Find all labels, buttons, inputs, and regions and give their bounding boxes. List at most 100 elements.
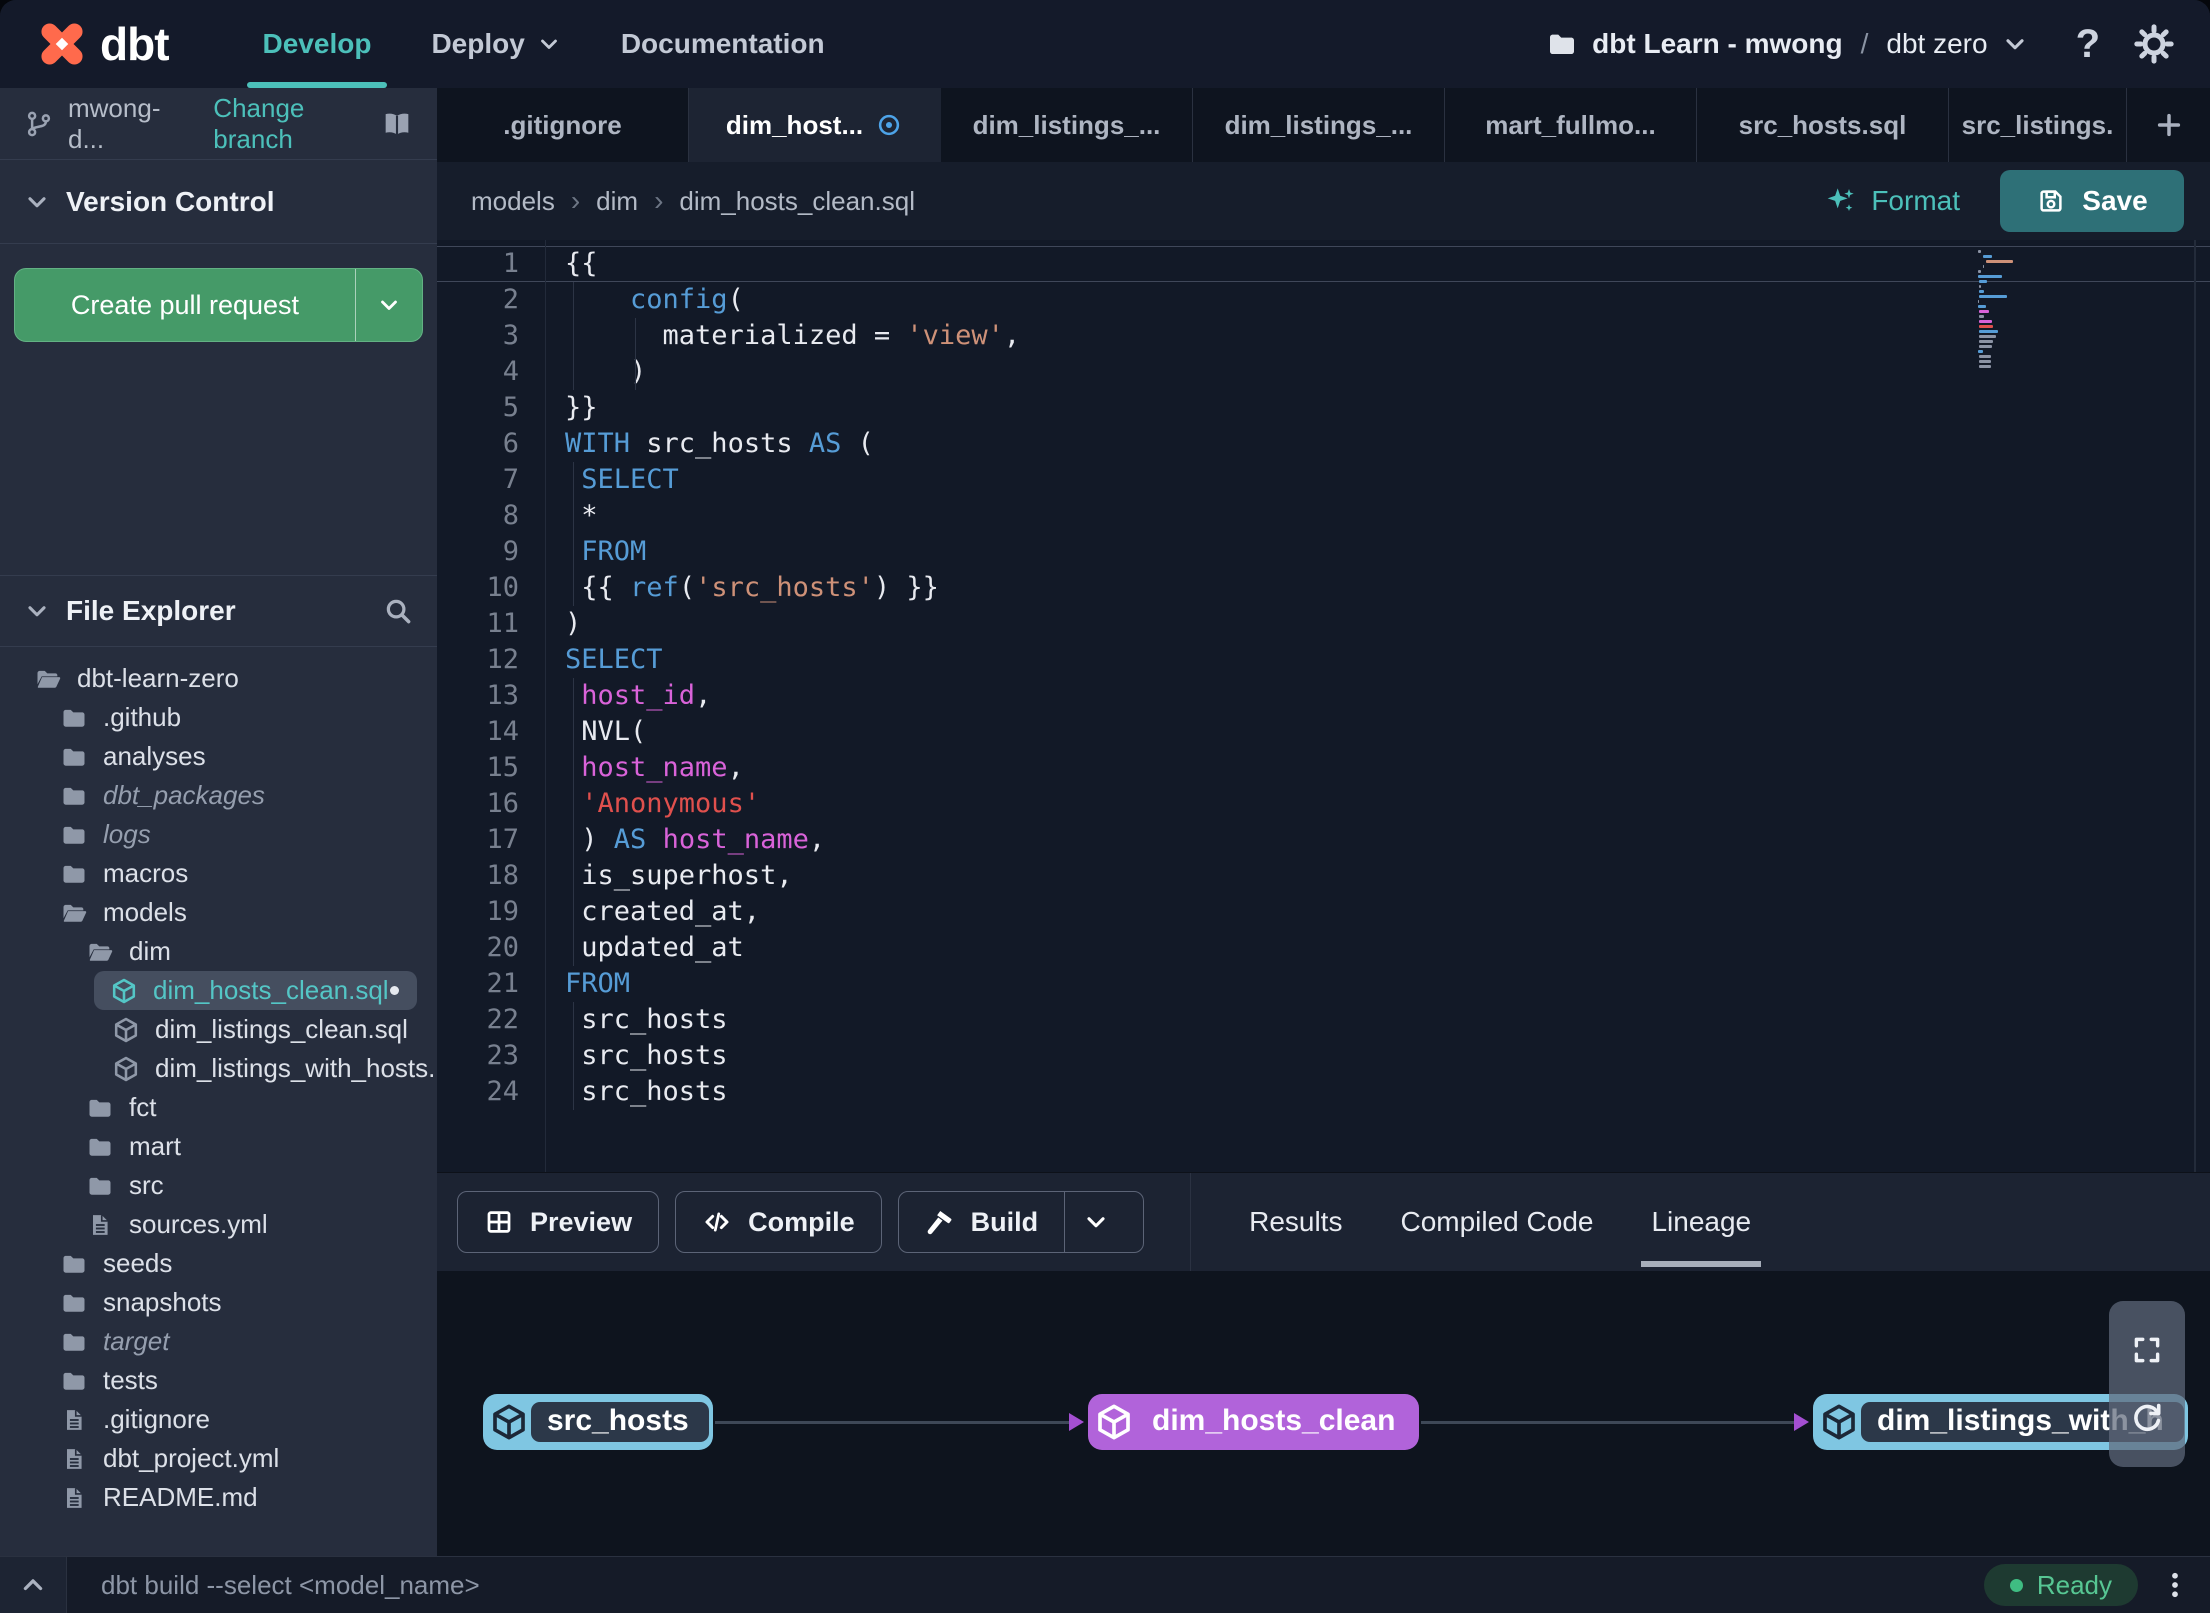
help-icon[interactable]: ? bbox=[2076, 22, 2100, 67]
preview-button[interactable]: Preview bbox=[457, 1191, 660, 1253]
tree-item-sources-yml[interactable]: sources.yml bbox=[0, 1205, 437, 1244]
new-tab-button[interactable] bbox=[2127, 88, 2210, 162]
code-line-21[interactable]: 21 FROM bbox=[437, 966, 2210, 1002]
code-line-5[interactable]: 5}} bbox=[437, 390, 2210, 426]
tree-item-tests[interactable]: tests bbox=[0, 1361, 437, 1400]
code-line-17[interactable]: 17 ) AS host_name, bbox=[437, 822, 2210, 858]
tree-item-src[interactable]: src bbox=[0, 1166, 437, 1205]
code-line-2[interactable]: 2 config( bbox=[437, 282, 2210, 318]
tab-dim-listings-[interactable]: dim_listings_... bbox=[941, 88, 1193, 162]
tab--gitignore[interactable]: .gitignore bbox=[437, 88, 689, 162]
tree-item-dim-listings-with-hosts-[interactable]: dim_listings_with_hosts... bbox=[0, 1049, 437, 1088]
tree-item-label: fct bbox=[129, 1092, 157, 1122]
project-picker[interactable]: dbt Learn - mwong / dbt zero bbox=[1546, 28, 2027, 60]
breadcrumb-item[interactable]: dim bbox=[596, 186, 638, 217]
topbar-right: dbt Learn - mwong / dbt zero ? bbox=[1546, 22, 2210, 67]
nav-item-documentation[interactable]: Documentation bbox=[591, 0, 855, 88]
tree-item--gitignore[interactable]: .gitignore bbox=[0, 1400, 437, 1439]
code-line-12[interactable]: 12 SELECT bbox=[437, 642, 2210, 678]
code-line-10[interactable]: 10 {{ ref('src_hosts') }} bbox=[437, 570, 2210, 606]
code-line-22[interactable]: 22 src_hosts bbox=[437, 1002, 2210, 1038]
file-explorer-header[interactable]: File Explorer bbox=[0, 575, 437, 647]
refresh-icon[interactable] bbox=[2129, 1399, 2165, 1435]
code-text: materialized = 'view', bbox=[565, 320, 1021, 351]
code-line-8[interactable]: 8 * bbox=[437, 498, 2210, 534]
command-bar-expand-button[interactable] bbox=[0, 1557, 67, 1613]
sidebar: mwong-d... Change branch Version Control… bbox=[0, 88, 437, 1556]
pr-dropdown-button[interactable] bbox=[356, 269, 422, 341]
code-line-3[interactable]: 3 materialized = 'view', bbox=[437, 318, 2210, 354]
tree-item-dbt-learn-zero[interactable]: dbt-learn-zero bbox=[0, 659, 437, 698]
file-icon bbox=[60, 1484, 88, 1512]
version-control-header[interactable]: Version Control bbox=[0, 160, 437, 244]
tab-src-listings-[interactable]: src_listings. bbox=[1949, 88, 2127, 162]
save-button[interactable]: Save bbox=[2000, 170, 2184, 232]
code-line-11[interactable]: 11) bbox=[437, 606, 2210, 642]
lineage-canvas[interactable]: src_hosts dim_hosts_clean dim_listings_wit… bbox=[437, 1271, 2210, 1556]
status-badge: Ready bbox=[1983, 1564, 2138, 1606]
format-button[interactable]: Format bbox=[1825, 185, 1960, 217]
minimap[interactable] bbox=[1978, 250, 2040, 370]
tree-item-dim[interactable]: dim bbox=[0, 932, 437, 971]
lineage-node-dim-hosts-clean[interactable]: dim_hosts_clean bbox=[1088, 1394, 1420, 1450]
tab-label: dim_listings_... bbox=[1224, 109, 1413, 140]
tree-item-readme-md[interactable]: README.md bbox=[0, 1478, 437, 1517]
tree-item-logs[interactable]: logs bbox=[0, 815, 437, 854]
book-icon[interactable] bbox=[381, 108, 413, 140]
panel-tab-compiled-code[interactable]: Compiled Code bbox=[1400, 1173, 1593, 1271]
code-text: ) AS host_name, bbox=[565, 824, 826, 855]
tab-mart-fullmo-[interactable]: mart_fullmo... bbox=[1445, 88, 1697, 162]
tree-item-snapshots[interactable]: snapshots bbox=[0, 1283, 437, 1322]
code-editor[interactable]: 1{{2 config(3 materialized = 'view', 4 ) 5… bbox=[437, 240, 2210, 1172]
compile-button[interactable]: Compile bbox=[675, 1191, 882, 1253]
tree-item--github[interactable]: .github bbox=[0, 698, 437, 737]
create-pull-request-button[interactable]: Create pull request bbox=[14, 268, 423, 342]
tree-item-dbt-packages[interactable]: dbt_packages bbox=[0, 776, 437, 815]
code-line-23[interactable]: 23 src_hosts bbox=[437, 1038, 2210, 1074]
change-branch-link[interactable]: Change branch bbox=[213, 93, 381, 155]
code-line-24[interactable]: 24 src_hosts bbox=[437, 1074, 2210, 1110]
search-icon[interactable] bbox=[383, 596, 413, 626]
code-line-6[interactable]: 6 WITH src_hosts AS ( bbox=[437, 426, 2210, 462]
panel-tab-results[interactable]: Results bbox=[1249, 1173, 1342, 1271]
command-input[interactable]: dbt build --select <model_name> bbox=[67, 1570, 1984, 1601]
code-line-19[interactable]: 19 created_at, bbox=[437, 894, 2210, 930]
tree-item-fct[interactable]: fct bbox=[0, 1088, 437, 1127]
code-line-20[interactable]: 20 updated_at bbox=[437, 930, 2210, 966]
tab-dim-listings-[interactable]: dim_listings_... bbox=[1193, 88, 1445, 162]
project-name: dbt zero bbox=[1886, 28, 1988, 59]
panel-tab-lineage[interactable]: Lineage bbox=[1641, 1173, 1761, 1271]
tree-item-dbt-project-yml[interactable]: dbt_project.yml bbox=[0, 1439, 437, 1478]
tab-src-hosts-sql[interactable]: src_hosts.sql bbox=[1697, 88, 1949, 162]
tree-item-analyses[interactable]: analyses bbox=[0, 737, 437, 776]
lineage-node-src-hosts[interactable]: src_hosts bbox=[483, 1394, 713, 1450]
gear-icon[interactable] bbox=[2134, 24, 2174, 64]
editor-scrollbar[interactable] bbox=[2194, 240, 2196, 1172]
code-line-15[interactable]: 15 host_name, bbox=[437, 750, 2210, 786]
code-line-16[interactable]: 16 'Anonymous' bbox=[437, 786, 2210, 822]
tree-item-target[interactable]: target bbox=[0, 1322, 437, 1361]
fullscreen-icon[interactable] bbox=[2130, 1333, 2164, 1367]
tab-dim-host-[interactable]: dim_host... bbox=[689, 88, 941, 162]
tree-item-macros[interactable]: macros bbox=[0, 854, 437, 893]
code-line-1[interactable]: 1 {{ bbox=[437, 246, 2210, 282]
breadcrumb-item[interactable]: dim_hosts_clean.sql bbox=[679, 186, 915, 217]
nav-item-deploy[interactable]: Deploy bbox=[401, 0, 590, 88]
code-line-18[interactable]: 18 is_superhost, bbox=[437, 858, 2210, 894]
code-line-9[interactable]: 9 FROM bbox=[437, 534, 2210, 570]
tree-item-seeds[interactable]: seeds bbox=[0, 1244, 437, 1283]
tree-item-models[interactable]: models bbox=[0, 893, 437, 932]
build-dropdown-button[interactable] bbox=[1065, 1209, 1143, 1235]
tree-item-dim-hosts-clean-sql[interactable]: dim_hosts_clean.sql bbox=[94, 971, 417, 1010]
code-line-13[interactable]: 13 host_id, bbox=[437, 678, 2210, 714]
code-line-14[interactable]: 14 NVL( bbox=[437, 714, 2210, 750]
breadcrumb-item[interactable]: models bbox=[471, 186, 555, 217]
nav-item-develop[interactable]: Develop bbox=[233, 0, 402, 88]
lineage-node-label: src_hosts bbox=[531, 1402, 709, 1442]
tree-item-mart[interactable]: mart bbox=[0, 1127, 437, 1166]
code-line-4[interactable]: 4 ) bbox=[437, 354, 2210, 390]
build-button[interactable]: Build bbox=[897, 1191, 1145, 1253]
code-line-7[interactable]: 7 SELECT bbox=[437, 462, 2210, 498]
tree-item-dim-listings-clean-sql[interactable]: dim_listings_clean.sql bbox=[0, 1010, 437, 1049]
kebab-menu-icon[interactable] bbox=[2160, 1570, 2190, 1600]
